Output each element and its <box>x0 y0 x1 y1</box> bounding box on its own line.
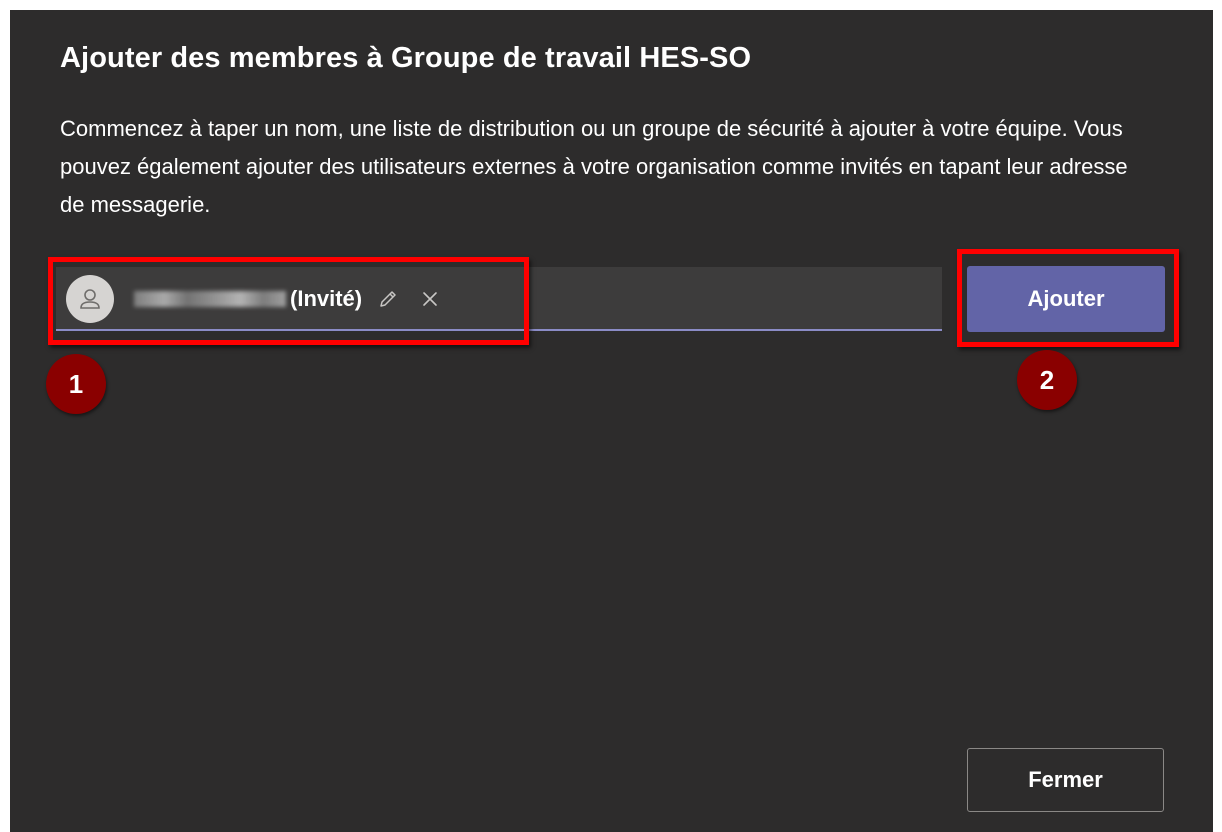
person-icon <box>66 275 114 323</box>
pencil-icon[interactable] <box>376 287 400 311</box>
people-picker-input[interactable]: (Invité) <box>56 267 942 331</box>
member-chip: (Invité) <box>66 275 442 323</box>
annotation-badge-1: 1 <box>46 354 106 414</box>
close-button[interactable]: Fermer <box>967 748 1164 812</box>
dialog-description: Commencez à taper un nom, une liste de d… <box>60 116 1128 217</box>
add-button[interactable]: Ajouter <box>967 266 1165 332</box>
close-icon[interactable] <box>418 287 442 311</box>
annotation-badge-2: 2 <box>1017 350 1077 410</box>
dialog-title: Ajouter des membres à Groupe de travail … <box>60 42 752 74</box>
guest-label: (Invité) <box>290 286 363 311</box>
add-members-dialog: Ajouter des membres à Groupe de travail … <box>10 10 1213 832</box>
member-name-blurred <box>134 291 286 307</box>
